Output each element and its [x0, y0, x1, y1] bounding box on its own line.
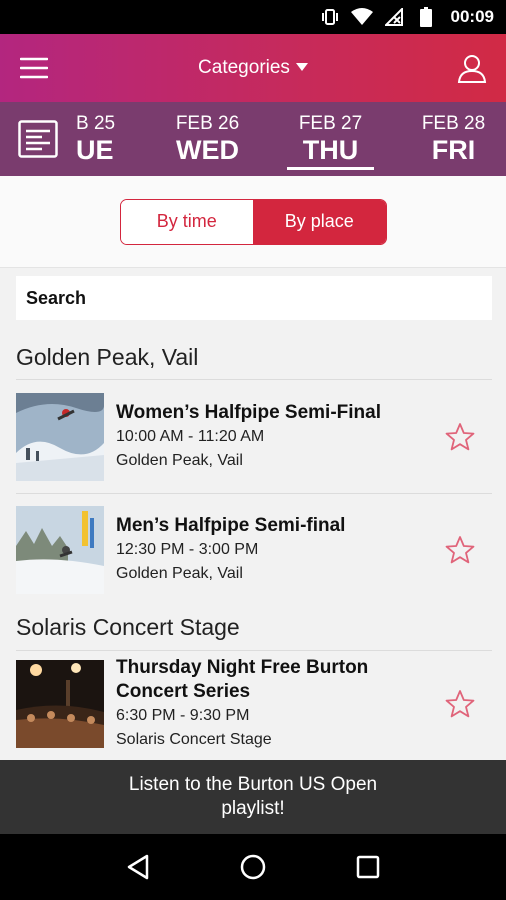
- by-place-button[interactable]: By place: [253, 199, 386, 244]
- event-thumbnail-halfpipe: [16, 393, 104, 481]
- wifi-icon: [350, 6, 373, 28]
- event-title: Women’s Halfpipe Semi-Final: [116, 402, 381, 423]
- weekday-label: WED: [176, 135, 239, 165]
- section-title: Golden Peak, Vail: [16, 344, 199, 370]
- event-text: Thursday Night Free Burton Concert Serie…: [116, 656, 438, 752]
- search-box: [16, 276, 492, 320]
- date-tabs: B 25 UE FEB 26 WED FEB 27 THU FEB 28 FRI: [76, 102, 506, 176]
- home-icon[interactable]: [233, 847, 273, 887]
- date-tab-feb-27[interactable]: FEB 27 THU: [269, 102, 392, 176]
- favorite-star-icon[interactable]: [438, 415, 482, 459]
- search-input[interactable]: [26, 287, 492, 309]
- playlist-banner-text: Listen to the Burton US Open playlist!: [128, 774, 378, 819]
- weekday-label: FRI: [431, 135, 476, 165]
- schedule-list-icon[interactable]: [0, 102, 76, 176]
- event-place: Golden Peak, Vail: [116, 452, 243, 469]
- weekday-label: UE: [76, 135, 114, 165]
- no-signal-icon: [383, 6, 405, 28]
- event-item[interactable]: Thursday Night Free Burton Concert Serie…: [16, 650, 492, 758]
- date-tab-feb-25[interactable]: B 25 UE: [76, 102, 146, 176]
- date-label: FEB 27: [298, 113, 363, 134]
- event-place: Golden Peak, Vail: [116, 565, 243, 582]
- by-time-button[interactable]: By time: [120, 199, 253, 244]
- event-thumbnail-halfpipe: [16, 506, 104, 594]
- categories-label: Categories: [198, 57, 290, 78]
- user-profile-icon[interactable]: [454, 50, 490, 86]
- view-toggle-area: By time By place: [0, 176, 506, 268]
- status-time: 00:09: [450, 7, 494, 26]
- event-title: Men’s Halfpipe Semi-final: [116, 515, 346, 536]
- date-label: FEB 28: [421, 113, 486, 134]
- status-bar: 00:09: [0, 0, 506, 34]
- event-place: Solaris Concert Stage: [116, 731, 272, 748]
- recents-icon[interactable]: [348, 847, 388, 887]
- weekday-label: THU: [302, 135, 359, 165]
- view-toggle: By time By place: [119, 198, 387, 245]
- event-time: 12:30 PM - 3:00 PM: [116, 541, 259, 558]
- hamburger-menu-icon[interactable]: [16, 50, 52, 86]
- app-bar: Categories: [0, 34, 506, 102]
- date-bar: B 25 UE FEB 26 WED FEB 27 THU FEB 28 FRI: [0, 102, 506, 176]
- caret-down-icon: [295, 63, 308, 71]
- event-text: Men’s Halfpipe Semi-final 12:30 PM - 3:0…: [116, 514, 438, 586]
- event-time: 10:00 AM - 11:20 AM: [116, 428, 265, 445]
- event-text: Women’s Halfpipe Semi-Final 10:00 AM - 1…: [116, 401, 438, 473]
- favorite-star-icon[interactable]: [438, 682, 482, 726]
- event-item[interactable]: Men’s Halfpipe Semi-final 12:30 PM - 3:0…: [16, 494, 492, 606]
- divider: [16, 379, 492, 380]
- event-item[interactable]: Women’s Halfpipe Semi-Final 10:00 AM - 1…: [16, 381, 492, 493]
- date-tab-feb-26[interactable]: FEB 26 WED: [146, 102, 269, 176]
- date-tab-feb-28[interactable]: FEB 28 FRI: [392, 102, 506, 176]
- categories-dropdown[interactable]: Categories: [198, 57, 308, 79]
- favorite-star-icon[interactable]: [438, 528, 482, 572]
- event-thumbnail-concert: [16, 660, 104, 748]
- event-time: 6:30 PM - 9:30 PM: [116, 707, 250, 724]
- back-icon[interactable]: [118, 847, 158, 887]
- section-title: Solaris Concert Stage: [16, 614, 240, 640]
- event-title: Thursday Night Free Burton Concert Serie…: [116, 657, 369, 702]
- vibrate-icon: [319, 6, 341, 28]
- playlist-banner[interactable]: Listen to the Burton US Open playlist!: [0, 760, 506, 834]
- date-label: B 25: [76, 113, 116, 134]
- battery-icon: [415, 6, 437, 28]
- date-label: FEB 26: [175, 113, 240, 134]
- system-nav-bar: [0, 834, 506, 900]
